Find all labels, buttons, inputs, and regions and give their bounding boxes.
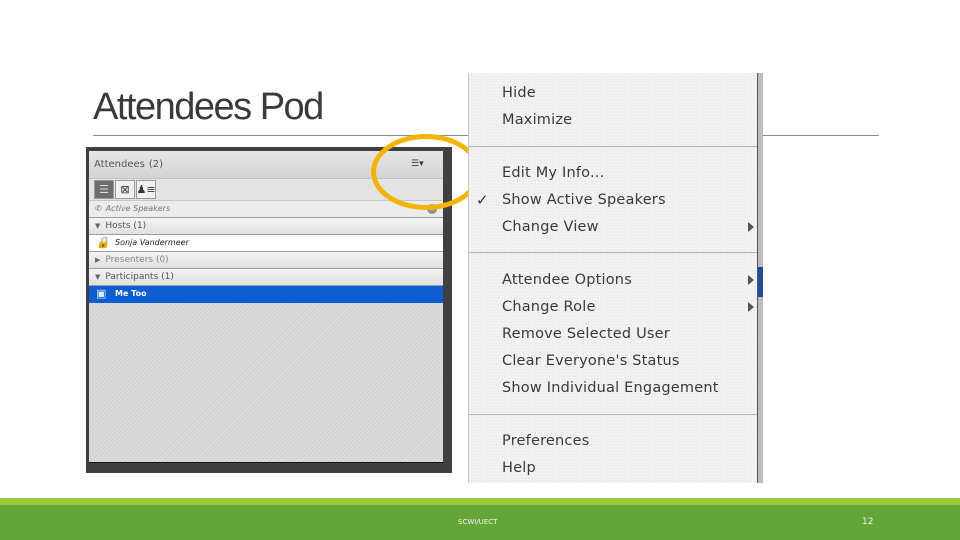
menu-item-show-active-speakers[interactable]: ✓ Show Active Speakers — [476, 189, 752, 211]
menu-item-label: Help — [502, 460, 536, 476]
menu-item-label: Hide — [502, 85, 536, 101]
menu-separator — [469, 146, 758, 147]
menu-item-change-view[interactable]: Change View — [502, 216, 754, 238]
menu-item-hide[interactable]: Hide — [502, 82, 752, 104]
submenu-arrow-icon — [748, 275, 754, 285]
menu-item-label: Remove Selected User — [502, 326, 670, 342]
group-hosts[interactable]: ▼ Hosts (1) — [89, 218, 443, 235]
breakout-view-button[interactable]: ⊠ — [115, 180, 135, 199]
host-icon: 🔒 — [96, 236, 110, 249]
submenu-arrow-icon — [748, 222, 754, 232]
list-item-user-selected[interactable]: ▣ Me Too — [89, 286, 443, 303]
menu-item-attendee-options[interactable]: Attendee Options — [502, 269, 754, 291]
group-label: Hosts (1) — [105, 221, 147, 231]
menu-item-change-role[interactable]: Change Role — [502, 296, 754, 318]
active-speakers-row[interactable]: ✆ Active Speakers ✕ — [89, 201, 443, 218]
page-number: 12 — [862, 517, 874, 527]
menu-item-clear-everyones-status[interactable]: Clear Everyone's Status — [502, 350, 752, 372]
user-name: Sonja Vandermeer — [115, 238, 189, 247]
active-speakers-label: Active Speakers — [105, 204, 171, 213]
menu-item-label: Change View — [502, 219, 599, 235]
menu-separator — [469, 252, 758, 253]
pod-options-menu-button[interactable]: ☰▾ — [411, 159, 425, 169]
group-label: Presenters (0) — [105, 255, 169, 265]
attendees-pod-body: Attendees (2) ☰▾ ☰ ⊠ ♟≡ ✆ Active Speakers … — [89, 151, 443, 463]
menu-item-label: Show Individual Engagement — [502, 380, 719, 396]
footer-accent-bar — [0, 498, 960, 505]
menu-item-label: Clear Everyone's Status — [502, 353, 680, 369]
pod-title-label: Attendees — [94, 159, 145, 170]
list-item-user[interactable]: 🔒 Sonja Vandermeer — [89, 235, 443, 252]
pod-options-menu-icon: ☰▾ — [411, 159, 424, 169]
expanded-triangle-icon: ▼ — [95, 222, 101, 230]
list-view-button[interactable]: ☰ — [94, 180, 114, 199]
group-label: Participants (1) — [105, 272, 174, 282]
close-icon[interactable]: ✕ — [427, 204, 437, 214]
collapsed-triangle-icon: ▶ — [95, 256, 101, 264]
pod-options-context-menu: Hide Maximize Edit My Info... ✓ Show Act… — [468, 73, 759, 483]
menu-item-label: Maximize — [502, 112, 573, 128]
participant-icon: ▣ — [96, 287, 107, 300]
status-view-button[interactable]: ♟≡ — [136, 180, 156, 199]
menu-item-label: Change Role — [502, 299, 596, 315]
scrollbar-thumb[interactable] — [758, 267, 763, 297]
expanded-triangle-icon: ▼ — [95, 273, 101, 281]
menu-item-remove-selected-user[interactable]: Remove Selected User — [502, 323, 752, 345]
pod-title: Attendees (2) — [94, 159, 163, 170]
background-scrollbar[interactable] — [757, 73, 763, 483]
list-icon: ☰ — [99, 183, 109, 196]
breakout-icon: ⊠ — [120, 183, 130, 196]
user-name: Me Too — [115, 289, 147, 298]
menu-item-label: Preferences — [502, 433, 590, 449]
slide-footer: SCWI/UECT 12 — [0, 505, 960, 540]
pod-toolbar: ☰ ⊠ ♟≡ — [89, 179, 443, 201]
footer-text: SCWI/UECT — [458, 518, 498, 526]
attendees-pod: Attendees (2) ☰▾ ☰ ⊠ ♟≡ ✆ Active Speakers … — [86, 147, 452, 473]
submenu-arrow-icon — [748, 302, 754, 312]
menu-item-show-individual-engagement[interactable]: Show Individual Engagement — [502, 377, 752, 399]
menu-item-maximize[interactable]: Maximize — [502, 109, 752, 131]
group-participants[interactable]: ▼ Participants (1) — [89, 269, 443, 286]
menu-item-label: Show Active Speakers — [502, 192, 666, 208]
menu-item-preferences[interactable]: Preferences — [502, 430, 752, 452]
menu-item-label: Edit My Info... — [502, 165, 605, 181]
menu-item-edit-my-info[interactable]: Edit My Info... — [502, 162, 752, 184]
menu-separator — [469, 414, 758, 415]
phone-icon: ✆ — [95, 204, 102, 213]
group-presenters[interactable]: ▶ Presenters (0) — [89, 252, 443, 269]
menu-item-label: Attendee Options — [502, 272, 632, 288]
attendee-status-icon: ♟≡ — [136, 183, 156, 196]
attendee-count: (2) — [148, 159, 164, 170]
slide-title: Attendees Pod — [93, 86, 324, 128]
pod-header: Attendees (2) ☰▾ — [89, 151, 443, 179]
menu-item-help[interactable]: Help — [502, 457, 752, 479]
checkmark-icon: ✓ — [476, 191, 489, 209]
